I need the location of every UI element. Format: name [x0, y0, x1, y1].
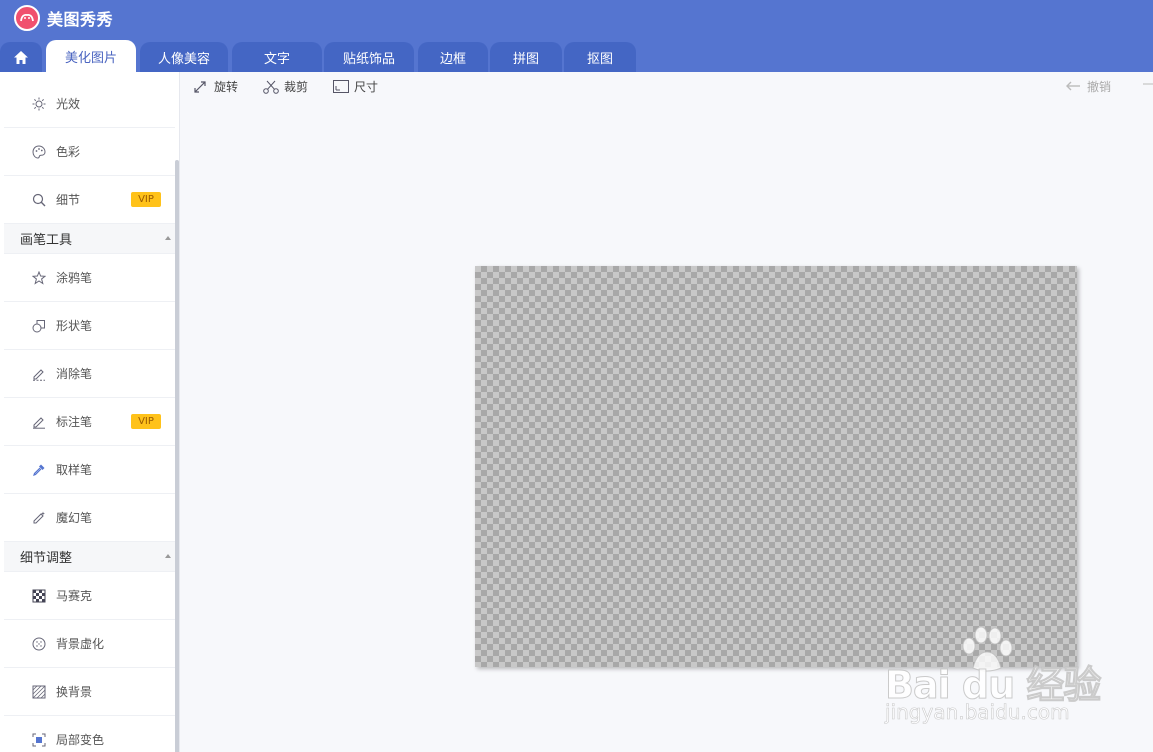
- sidebar-item-label: 换背景: [56, 685, 93, 699]
- sun-icon: [31, 96, 47, 112]
- sidebar-item-shape-pen[interactable]: 形状笔: [4, 302, 175, 350]
- sidebar-item-label: 消除笔: [56, 367, 93, 381]
- mosaic-icon: [31, 588, 47, 604]
- sidebar-item-detail[interactable]: 细节 VIP: [4, 176, 175, 224]
- sidebar-item-color[interactable]: 色彩: [4, 128, 175, 176]
- recolor-icon: [31, 732, 47, 748]
- sidebar-item-label: 马赛克: [56, 589, 93, 603]
- sidebar-item-label: 背景虚化: [56, 637, 105, 651]
- tab-portrait[interactable]: 人像美容: [140, 42, 228, 72]
- undo-label: 撤销: [1087, 80, 1112, 94]
- sidebar-item-label: 魔幻笔: [56, 511, 93, 525]
- sidebar: 光效 色彩 细节 VIP 画笔工具 涂鸦笔 形状笔 消除笔 标注笔 VIP 取样…: [0, 72, 180, 752]
- collapse-caret-icon[interactable]: [165, 554, 171, 558]
- sidebar-item-label: 取样笔: [56, 463, 93, 477]
- collapse-caret-icon[interactable]: [165, 236, 171, 240]
- section-title: 画笔工具: [20, 233, 73, 248]
- size-button[interactable]: 尺寸: [333, 78, 378, 95]
- redo-arrow-icon[interactable]: [1143, 78, 1153, 92]
- tab-beautify[interactable]: 美化图片: [46, 40, 136, 72]
- annotate-pen-icon: [31, 414, 47, 430]
- magnifier-icon: [31, 192, 47, 208]
- home-icon: [14, 50, 28, 64]
- sidebar-item-eyedropper[interactable]: 取样笔: [4, 446, 175, 494]
- sidebar-item-eraser-pen[interactable]: 消除笔: [4, 350, 175, 398]
- rotate-icon: [193, 79, 209, 95]
- eraser-pen-icon: [31, 366, 47, 382]
- sidebar-item-change-background[interactable]: 换背景: [4, 668, 175, 716]
- resize-icon: [333, 79, 349, 95]
- section-title: 细节调整: [20, 551, 73, 566]
- palette-icon: [31, 144, 47, 160]
- sidebar-item-label: 细节: [56, 193, 81, 207]
- tab-cutout[interactable]: 抠图: [564, 42, 636, 72]
- crop-button[interactable]: 裁剪: [263, 78, 308, 95]
- sidebar-item-local-recolor[interactable]: 局部变色: [4, 716, 175, 752]
- sidebar-item-label: 形状笔: [56, 319, 93, 333]
- sidebar-item-background-blur[interactable]: 背景虚化: [4, 620, 175, 668]
- tab-home[interactable]: [0, 42, 42, 72]
- section-brush-tools[interactable]: 画笔工具: [4, 224, 175, 254]
- vip-badge: VIP: [131, 192, 161, 207]
- shape-pen-icon: [31, 318, 47, 334]
- magic-pen-icon: [31, 510, 47, 526]
- crop-label: 裁剪: [284, 80, 309, 94]
- scissors-icon: [263, 79, 279, 95]
- sidebar-scrollbar[interactable]: [175, 160, 179, 752]
- app-title: 美图秀秀: [47, 10, 114, 29]
- sidebar-item-mosaic[interactable]: 马赛克: [4, 572, 175, 620]
- rotate-label: 旋转: [214, 80, 239, 94]
- top-header: 美图秀秀 美化图片 人像美容 文字 贴纸饰品 边框 拼图 抠图: [0, 0, 1153, 72]
- tab-text[interactable]: 文字: [232, 42, 322, 72]
- blur-icon: [31, 636, 47, 652]
- undo-arrow-icon: [1065, 80, 1081, 94]
- rotate-button[interactable]: 旋转: [193, 78, 238, 95]
- watermark-url: jingyan.baidu.com: [885, 700, 1070, 725]
- sidebar-item-label: 局部变色: [56, 733, 105, 747]
- sidebar-item-light[interactable]: 光效: [4, 80, 175, 128]
- eyedropper-icon: [31, 462, 47, 478]
- sidebar-item-label: 标注笔: [56, 415, 93, 429]
- tab-frame[interactable]: 边框: [418, 42, 488, 72]
- vip-badge: VIP: [131, 414, 161, 429]
- undo-button[interactable]: 撤销: [1065, 78, 1111, 95]
- tab-stickers[interactable]: 贴纸饰品: [324, 42, 414, 72]
- doodle-pen-icon: [31, 270, 47, 286]
- image-canvas-transparent[interactable]: [475, 266, 1077, 667]
- section-detail-adjust[interactable]: 细节调整: [4, 542, 175, 572]
- sidebar-item-doodle-pen[interactable]: 涂鸦笔: [4, 254, 175, 302]
- edit-toolbar: 旋转 裁剪 尺寸 撤销: [181, 72, 1153, 102]
- sidebar-item-annotate-pen[interactable]: 标注笔 VIP: [4, 398, 175, 446]
- app-logo[interactable]: 美图秀秀: [14, 5, 113, 31]
- size-label: 尺寸: [354, 80, 379, 94]
- sidebar-item-magic-pen[interactable]: 魔幻笔: [4, 494, 175, 542]
- meitu-logo-icon: [14, 5, 40, 31]
- sidebar-item-label: 涂鸦笔: [56, 271, 93, 285]
- sidebar-item-label: 光效: [56, 97, 81, 111]
- change-background-icon: [31, 684, 47, 700]
- tab-collage[interactable]: 拼图: [490, 42, 562, 72]
- sidebar-item-label: 色彩: [56, 145, 81, 159]
